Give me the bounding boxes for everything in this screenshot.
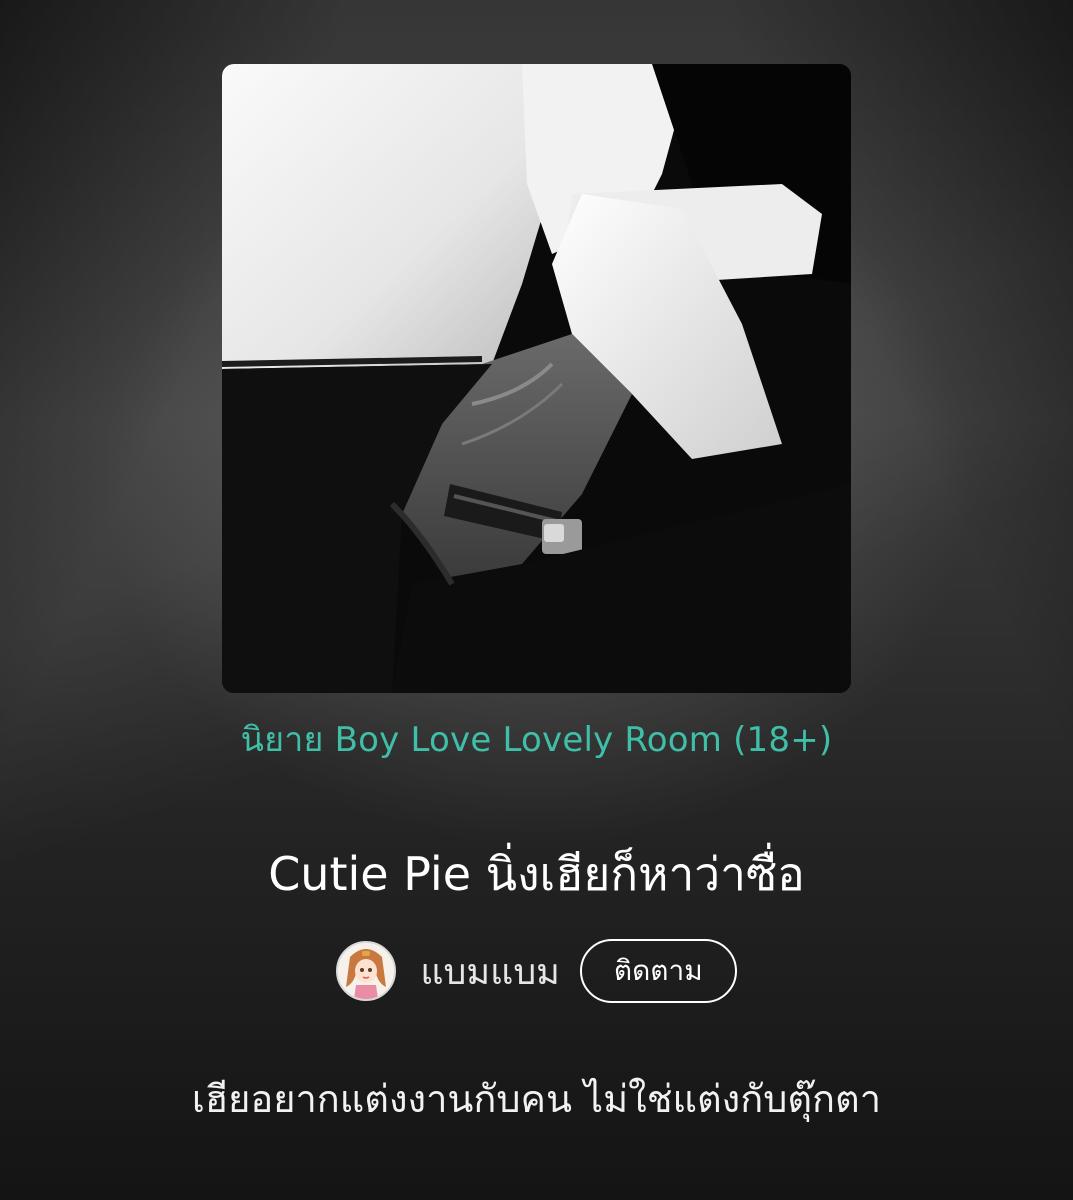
author-row: แบมแบม ติดตาม [0,939,1073,1003]
cover-illustration [222,64,851,693]
avatar-icon [338,943,395,999]
synopsis-text: เฮียอยากแต่งงานกับคน ไม่ใช่แต่งกับตุ๊กตา [191,1077,882,1121]
author-avatar[interactable] [336,941,397,1001]
author-name[interactable]: แบมแบม [420,943,560,1000]
follow-button[interactable]: ติดตาม [579,939,737,1003]
book-title: Cutie Pie นิ่งเฮียก็หาว่าซื่อ [268,847,805,901]
genre-label[interactable]: นิยาย Boy Love Lovely Room (18+) [0,712,1073,766]
cover-image[interactable] [222,64,851,693]
